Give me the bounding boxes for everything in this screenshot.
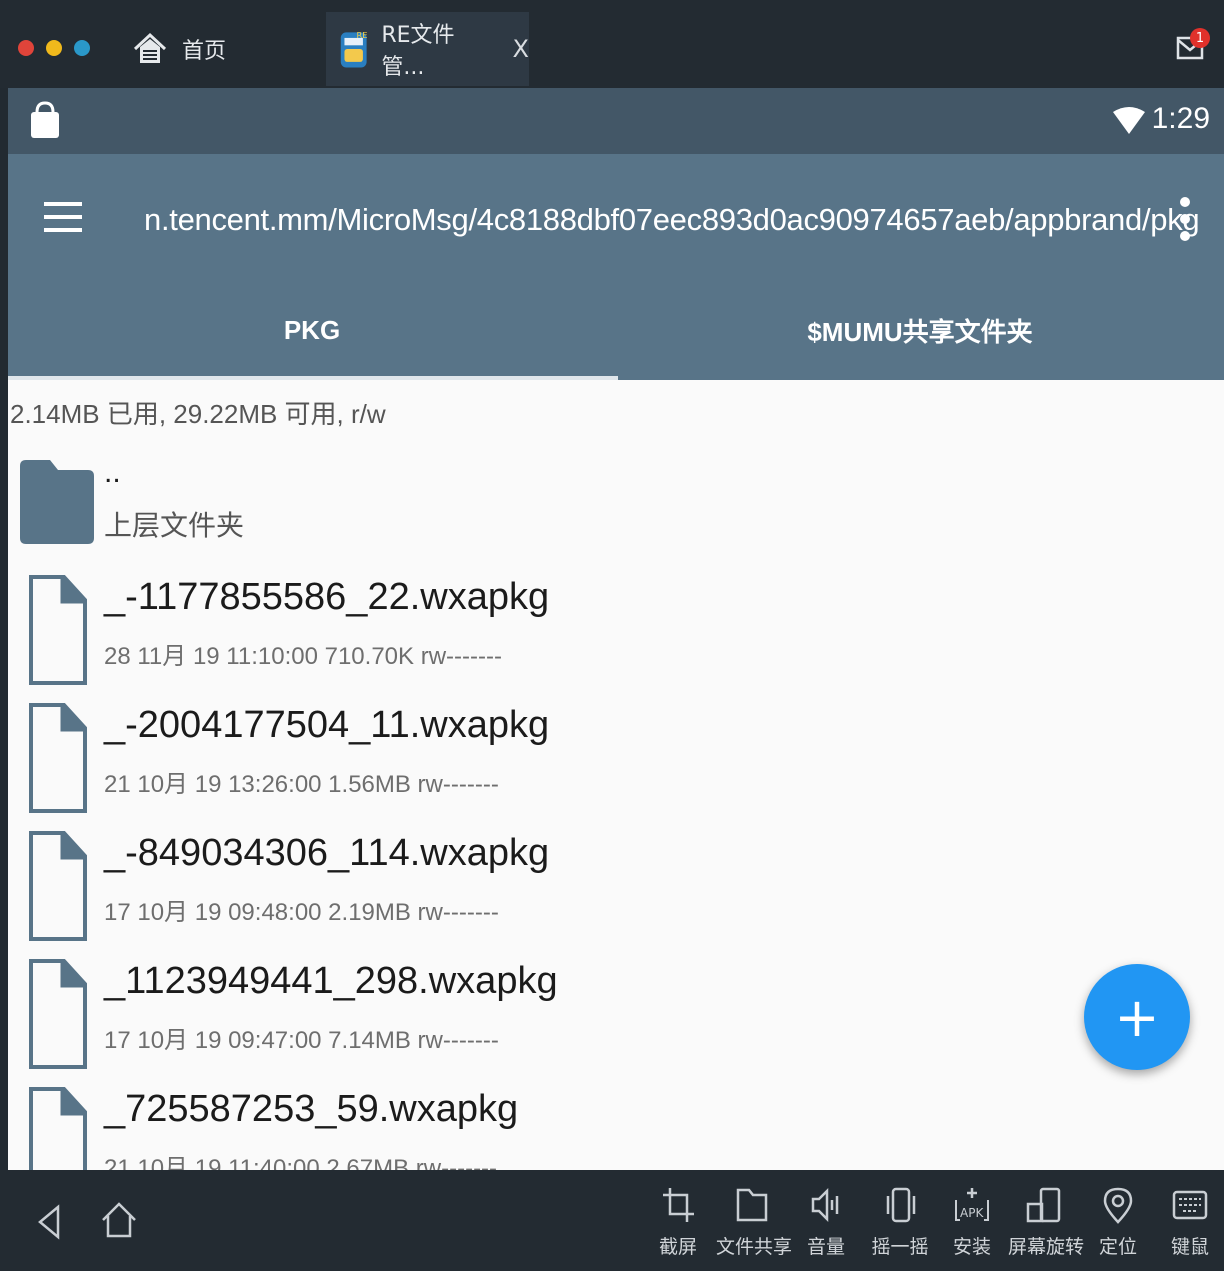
tool-location[interactable]: 定位 — [1082, 1186, 1154, 1259]
file-row[interactable]: _1123949441_298.wxapkg 17 10月 19 09:47:0… — [8, 954, 1224, 1082]
tool-file-share[interactable]: 文件共享 — [716, 1186, 793, 1259]
folder-share-icon — [736, 1188, 768, 1222]
keyboard-icon — [1172, 1190, 1208, 1220]
file-icon — [29, 1087, 87, 1170]
crop-icon — [663, 1188, 694, 1222]
maximize-window-dot[interactable] — [74, 40, 90, 56]
tab-home-label: 首页 — [182, 39, 227, 64]
tool-label: 文件共享 — [716, 1236, 793, 1258]
re-file-manager-app-icon: RE — [340, 30, 367, 68]
tool-label: 安装 — [952, 1236, 991, 1258]
file-icon — [29, 959, 87, 1069]
file-row[interactable]: _-1177855586_22.wxapkg 28 11月 19 11:10:0… — [8, 570, 1224, 698]
home-icon — [133, 32, 167, 63]
close-tab-icon[interactable]: X — [513, 35, 529, 63]
more-options-icon[interactable] — [1178, 196, 1192, 242]
volume-icon — [811, 1187, 839, 1223]
tool-volume[interactable]: 音量 — [790, 1186, 862, 1259]
file-name: _-1177855586_22.wxapkg — [104, 576, 550, 618]
parent-folder-label: 上层文件夹 — [104, 510, 245, 541]
android-status-bar: 1:29 — [8, 88, 1224, 154]
storage-info: 2.14MB 已用, 29.22MB 可用, r/w — [10, 399, 386, 429]
shake-icon — [886, 1187, 916, 1223]
clock: 1:29 — [1151, 102, 1210, 135]
file-row[interactable]: _-849034306_114.wxapkg 17 10月 19 09:48:0… — [8, 826, 1224, 954]
apk-install-icon: APK — [955, 1188, 989, 1221]
back-icon[interactable] — [36, 1204, 62, 1240]
tool-label: 摇一摇 — [871, 1236, 929, 1258]
current-path: n.tencent.mm/MicroMsg/4c8188dbf07eec893d… — [144, 202, 1200, 237]
wifi-icon — [1113, 107, 1145, 134]
file-icon — [29, 831, 87, 941]
add-fab-button[interactable]: + — [1084, 964, 1190, 1070]
file-icon — [29, 703, 87, 813]
emulator-bottom-toolbar: 截屏 文件共享 音量 摇一摇 APK 安装 屏幕旋转 定位 键鼠 — [0, 1170, 1224, 1271]
notification-badge: 1 — [1190, 28, 1210, 48]
file-meta: 17 10月 19 09:47:00 7.14MB rw------- — [104, 1027, 499, 1054]
tool-label: 屏幕旋转 — [1008, 1236, 1085, 1258]
close-window-dot[interactable] — [18, 40, 34, 56]
file-name: _1123949441_298.wxapkg — [104, 960, 558, 1002]
tool-rotate-screen[interactable]: 屏幕旋转 — [1008, 1186, 1085, 1259]
notification-button[interactable]: 1 — [1174, 28, 1214, 68]
folder-icon — [20, 460, 94, 544]
tool-install-apk[interactable]: APK 安装 — [936, 1186, 1008, 1259]
tool-label: 音量 — [806, 1236, 845, 1258]
location-tabs: PKG $MUMU共享文件夹 — [8, 282, 1224, 382]
file-name: _725587253_59.wxapkg — [104, 1088, 519, 1130]
svg-text:RE: RE — [356, 30, 367, 40]
file-meta: 21 10月 19 13:26:00 1.56MB rw------- — [104, 771, 499, 798]
file-meta: 21 10月 19 11:40:00 2.67MB rw------- — [104, 1155, 498, 1170]
app-toolbar: n.tencent.mm/MicroMsg/4c8188dbf07eec893d… — [8, 154, 1224, 382]
tab-re-file-manager[interactable]: RE RE文件管... X — [326, 12, 529, 86]
minimize-window-dot[interactable] — [46, 40, 62, 56]
file-row[interactable]: _-2004177504_11.wxapkg 21 10月 19 13:26:0… — [8, 698, 1224, 826]
tab-re-file-manager-label: RE文件管... — [381, 23, 455, 80]
parent-folder-name: .. — [104, 456, 121, 489]
home-nav-icon[interactable] — [100, 1200, 138, 1240]
tool-screenshot[interactable]: 截屏 — [642, 1186, 714, 1259]
parent-folder-row[interactable]: .. 上层文件夹 — [8, 450, 1224, 560]
file-name: _-849034306_114.wxapkg — [104, 832, 550, 874]
apk-icon-text: APK — [960, 1206, 984, 1220]
rotate-screen-icon — [1026, 1187, 1061, 1223]
tool-label: 键鼠 — [1170, 1236, 1209, 1258]
location-icon — [1103, 1187, 1133, 1224]
menu-icon[interactable] — [44, 200, 84, 234]
emulator-title-bar: 首页 RE RE文件管... X 1 — [0, 0, 1224, 88]
file-icon — [29, 575, 87, 685]
file-row[interactable]: _725587253_59.wxapkg 21 10月 19 11:40:00 … — [8, 1082, 1224, 1170]
tab-home[interactable]: 首页 — [120, 12, 320, 86]
tool-label: 截屏 — [658, 1236, 697, 1258]
store-bag-icon — [31, 101, 59, 138]
file-list: 2.14MB 已用, 29.22MB 可用, r/w .. 上层文件夹 _-11… — [8, 380, 1224, 1170]
tool-shake[interactable]: 摇一摇 — [864, 1186, 936, 1259]
tab-mumu-shared-folder[interactable]: $MUMU共享文件夹 — [616, 282, 1224, 378]
tab-pkg[interactable]: PKG — [8, 282, 616, 378]
file-name: _-2004177504_11.wxapkg — [104, 704, 550, 746]
file-meta: 28 11月 19 11:10:00 710.70K rw------- — [104, 643, 502, 670]
tool-label: 定位 — [1098, 1236, 1137, 1258]
file-meta: 17 10月 19 09:48:00 2.19MB rw------- — [104, 899, 499, 926]
tool-keyboard-mouse[interactable]: 键鼠 — [1154, 1186, 1224, 1259]
